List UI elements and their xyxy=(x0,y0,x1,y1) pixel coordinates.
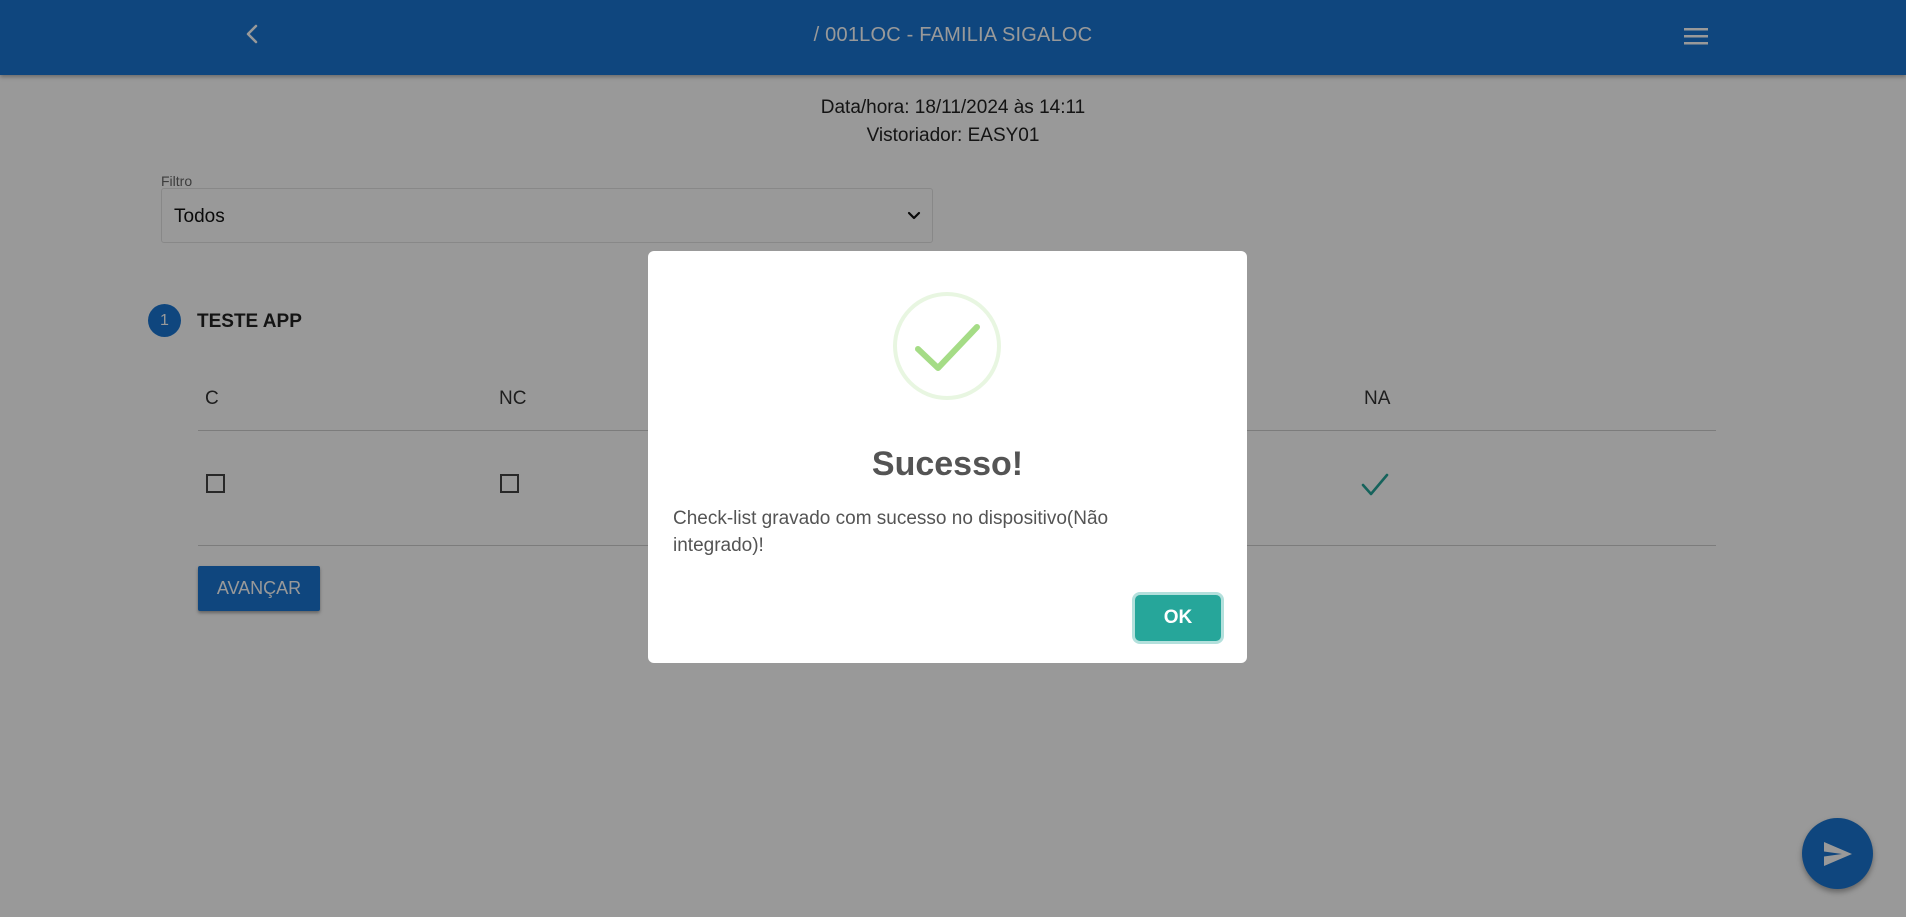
success-dialog: Sucesso! Check-list gravado com sucesso … xyxy=(648,251,1247,663)
dialog-title: Sucesso! xyxy=(871,445,1024,483)
success-check-icon xyxy=(893,292,1001,400)
ok-button[interactable]: OK xyxy=(1135,595,1221,641)
dialog-message: Check-list gravado com sucesso no dispos… xyxy=(673,508,1109,556)
